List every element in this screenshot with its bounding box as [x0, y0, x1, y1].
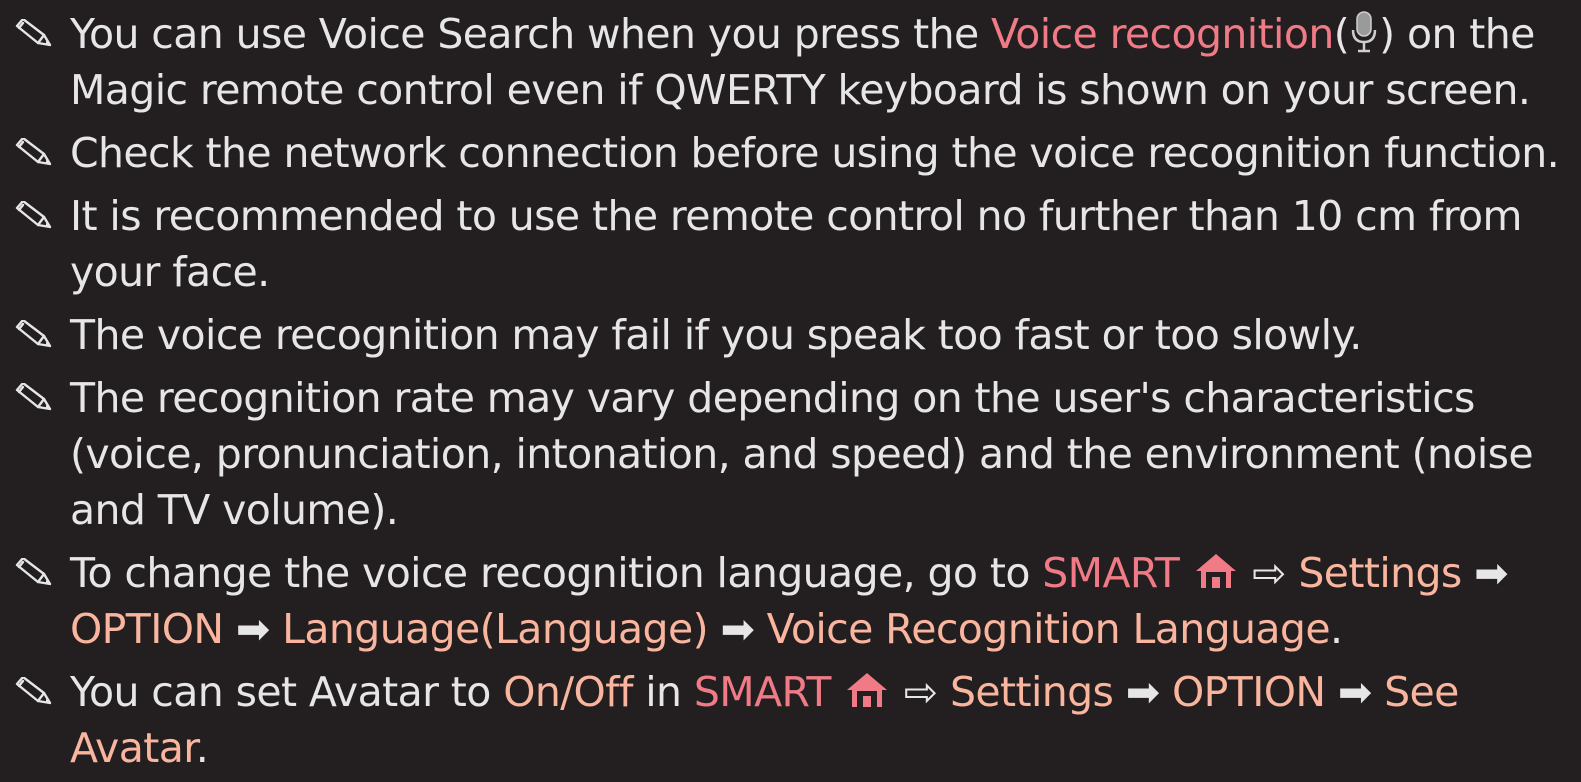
note-text: You can use Voice Search when you press …: [70, 10, 992, 58]
arrow-icon: ➡: [720, 605, 755, 653]
note-voice-search: You can use Voice Search when you press …: [0, 6, 1581, 118]
pencil-icon: [10, 138, 56, 168]
voice-recognition-label: Voice recognition: [991, 10, 1334, 58]
note-speed: The voice recognition may fail if you sp…: [0, 307, 1581, 363]
arrow-icon: ➡: [235, 605, 270, 653]
settings-label: Settings: [1298, 549, 1462, 597]
settings-label: Settings: [949, 668, 1114, 716]
note-text: You can set Avatar to: [70, 668, 504, 716]
pencil-icon: [10, 677, 56, 707]
note-text: The recognition rate may vary depending …: [70, 374, 1534, 534]
home-icon: [847, 673, 888, 707]
smart-label: SMART: [693, 668, 832, 716]
paren-open: (: [1333, 10, 1350, 58]
voice-recognition-language-label: Voice Recognition Language: [766, 605, 1331, 653]
arrow-icon: ➡: [1474, 549, 1508, 597]
period: .: [195, 724, 209, 772]
pencil-icon: [10, 383, 56, 413]
note-text: It is recommended to use the remote cont…: [70, 192, 1522, 296]
microphone-icon: [1351, 11, 1377, 53]
pencil-icon: [10, 19, 56, 49]
language-label: Language(Language): [282, 605, 708, 653]
note-avatar: You can set Avatar to On/Off in SMART ⇨ …: [0, 664, 1581, 776]
home-icon: [1195, 554, 1236, 588]
option-label: OPTION: [1171, 668, 1326, 716]
arrow-icon: ➡: [1337, 668, 1372, 716]
notes-list: You can use Voice Search when you press …: [0, 0, 1581, 776]
pencil-icon: [10, 201, 56, 231]
note-text: Check the network connection before usin…: [70, 129, 1560, 177]
note-recognition-rate: The recognition rate may vary depending …: [0, 370, 1581, 538]
note-text: To change the voice recognition language…: [70, 549, 1043, 597]
paren-close: ): [1379, 10, 1395, 58]
arrow-icon: ➡: [1125, 668, 1160, 716]
note-text-in: in: [632, 668, 694, 716]
pencil-icon: [10, 320, 56, 350]
period: .: [1330, 605, 1343, 653]
double-arrow-icon: ⇨: [903, 668, 938, 716]
on-off-label: On/Off: [503, 668, 633, 716]
double-arrow-icon: ⇨: [1252, 549, 1286, 597]
note-network: Check the network connection before usin…: [0, 125, 1581, 181]
note-change-language: To change the voice recognition language…: [0, 545, 1581, 657]
note-distance: It is recommended to use the remote cont…: [0, 188, 1581, 300]
option-label: OPTION: [70, 605, 224, 653]
smart-label: SMART: [1042, 549, 1180, 597]
pencil-icon: [10, 558, 56, 588]
note-text: The voice recognition may fail if you sp…: [70, 311, 1362, 359]
